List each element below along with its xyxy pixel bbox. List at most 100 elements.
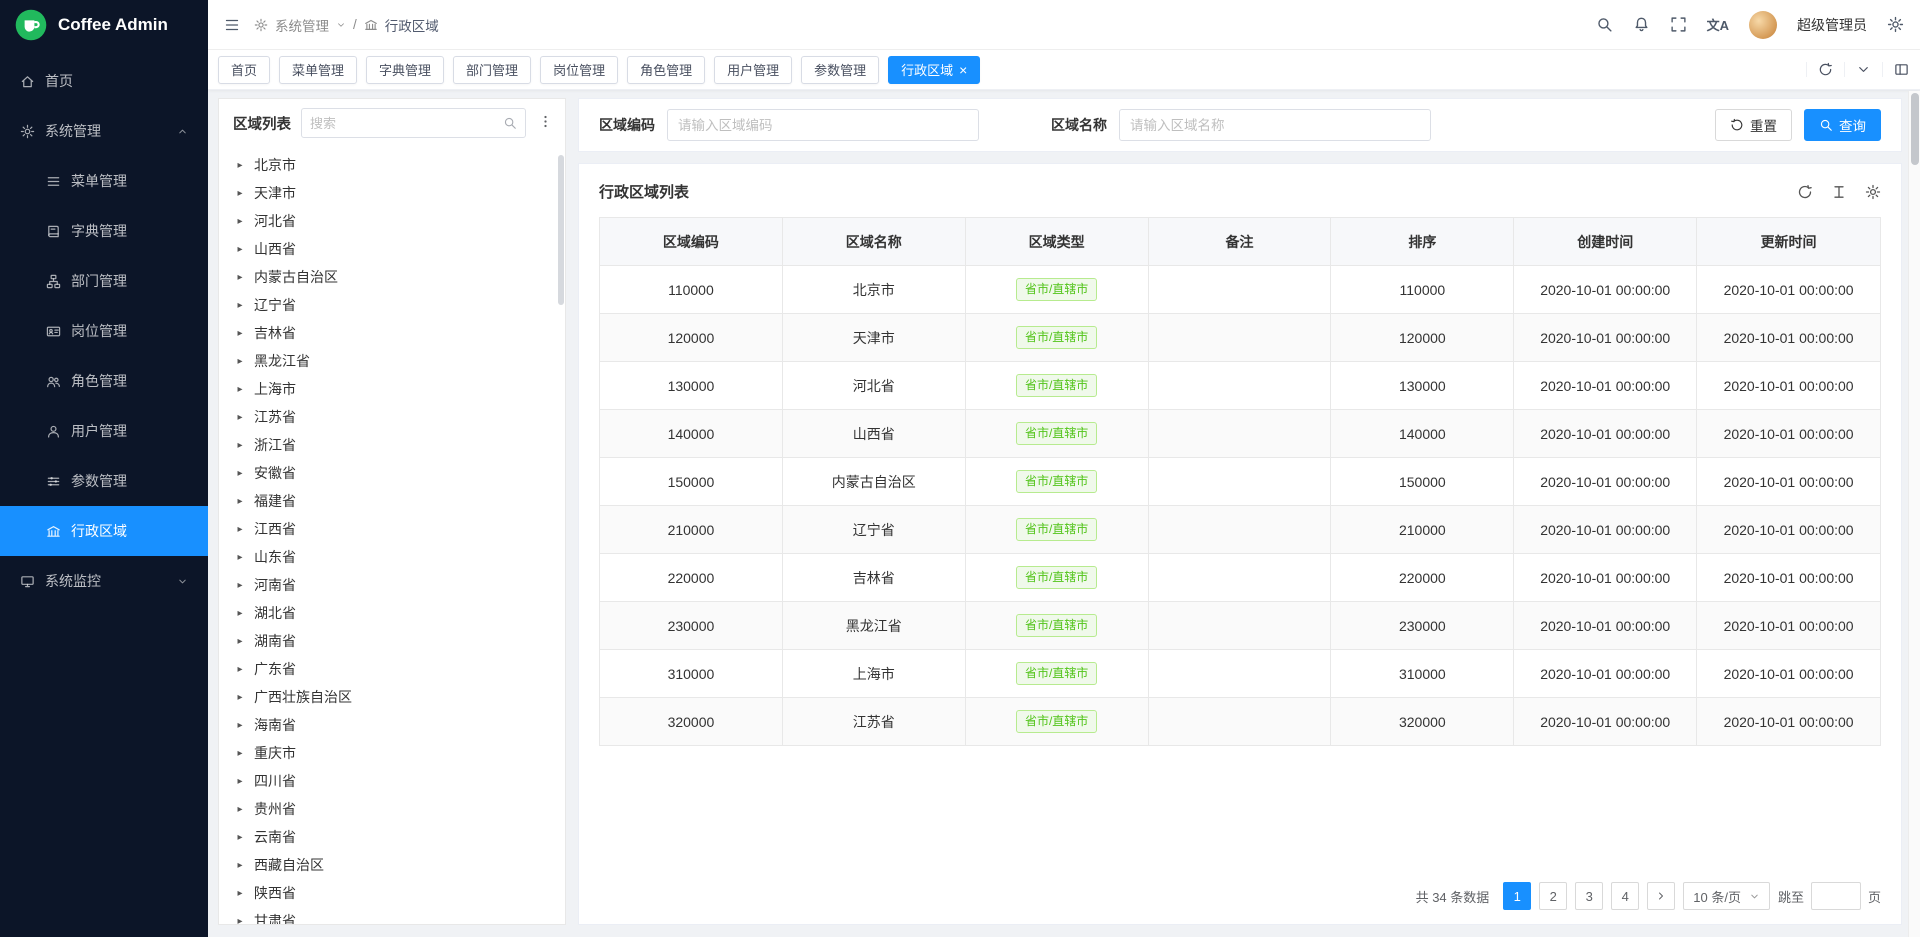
next-page-button[interactable]	[1647, 882, 1675, 910]
tree-item[interactable]: ▸ 浙江省	[219, 431, 565, 459]
caret-right-icon[interactable]: ▸	[235, 860, 245, 871]
sidebar-group-system[interactable]: 系统管理	[0, 106, 208, 156]
page-size-select[interactable]: 10 条/页	[1683, 882, 1770, 910]
table-row[interactable]: 140000 山西省 省市/直辖市 140000 2020-10-01 00:0…	[600, 410, 1880, 458]
caret-right-icon[interactable]: ▸	[235, 244, 245, 255]
caret-right-icon[interactable]: ▸	[235, 608, 245, 619]
view-tab[interactable]: 用户管理 ×	[714, 56, 792, 84]
caret-right-icon[interactable]: ▸	[235, 496, 245, 507]
caret-right-icon[interactable]: ▸	[235, 776, 245, 787]
table-row[interactable]: 130000 河北省 省市/直辖市 130000 2020-10-01 00:0…	[600, 362, 1880, 410]
tree-item[interactable]: ▸ 内蒙古自治区	[219, 263, 565, 291]
tree-item[interactable]: ▸ 广东省	[219, 655, 565, 683]
chevron-down-icon[interactable]	[1844, 62, 1882, 77]
layout-icon[interactable]	[1882, 62, 1920, 77]
caret-right-icon[interactable]: ▸	[235, 188, 245, 199]
sidebar-item-home[interactable]: 首页	[0, 56, 208, 106]
refresh-icon[interactable]	[1806, 62, 1844, 77]
region-search-input[interactable]	[310, 116, 503, 131]
tree-item[interactable]: ▸ 山东省	[219, 543, 565, 571]
refresh-icon[interactable]	[1797, 184, 1813, 200]
page-scrollbar[interactable]	[1908, 91, 1920, 937]
sidebar-subitem[interactable]: 参数管理	[0, 456, 208, 506]
page-button[interactable]: 4	[1611, 882, 1639, 910]
caret-right-icon[interactable]: ▸	[235, 720, 245, 731]
caret-right-icon[interactable]: ▸	[235, 832, 245, 843]
caret-right-icon[interactable]: ▸	[235, 272, 245, 283]
caret-right-icon[interactable]: ▸	[235, 440, 245, 451]
tree-item[interactable]: ▸ 黑龙江省	[219, 347, 565, 375]
caret-right-icon[interactable]: ▸	[235, 804, 245, 815]
caret-right-icon[interactable]: ▸	[235, 216, 245, 227]
jump-page-input[interactable]	[1811, 882, 1861, 910]
search-icon[interactable]	[1596, 16, 1613, 33]
tree-item[interactable]: ▸ 云南省	[219, 823, 565, 851]
table-row[interactable]: 120000 天津市 省市/直辖市 120000 2020-10-01 00:0…	[600, 314, 1880, 362]
tree-item[interactable]: ▸ 西藏自治区	[219, 851, 565, 879]
more-options-icon[interactable]	[536, 112, 555, 134]
caret-right-icon[interactable]: ▸	[235, 916, 245, 925]
tree-item[interactable]: ▸ 北京市	[219, 151, 565, 179]
sidebar-subitem[interactable]: 部门管理	[0, 256, 208, 306]
table-row[interactable]: 110000 北京市 省市/直辖市 110000 2020-10-01 00:0…	[600, 266, 1880, 314]
view-tab[interactable]: 部门管理 ×	[453, 56, 531, 84]
view-tab[interactable]: 菜单管理 ×	[279, 56, 357, 84]
search-icon[interactable]	[503, 116, 517, 130]
tree-item[interactable]: ▸ 福建省	[219, 487, 565, 515]
caret-right-icon[interactable]: ▸	[235, 412, 245, 423]
tree-item[interactable]: ▸ 上海市	[219, 375, 565, 403]
sidebar-subitem[interactable]: 岗位管理	[0, 306, 208, 356]
bell-icon[interactable]	[1633, 16, 1650, 33]
tree-item[interactable]: ▸ 四川省	[219, 767, 565, 795]
tree-item[interactable]: ▸ 天津市	[219, 179, 565, 207]
caret-right-icon[interactable]: ▸	[235, 468, 245, 479]
tree-item[interactable]: ▸ 河南省	[219, 571, 565, 599]
page-scrollbar-thumb[interactable]	[1911, 93, 1919, 165]
sidebar-subitem[interactable]: 字典管理	[0, 206, 208, 256]
tree-item[interactable]: ▸ 湖北省	[219, 599, 565, 627]
tree-item[interactable]: ▸ 广西壮族自治区	[219, 683, 565, 711]
username[interactable]: 超级管理员	[1797, 15, 1867, 35]
view-tab[interactable]: 行政区域 ×	[888, 56, 980, 84]
tree-item[interactable]: ▸ 安徽省	[219, 459, 565, 487]
sidebar-group-monitor[interactable]: 系统监控	[0, 556, 208, 606]
reset-button[interactable]: 重置	[1715, 109, 1792, 141]
table-row[interactable]: 220000 吉林省 省市/直辖市 220000 2020-10-01 00:0…	[600, 554, 1880, 602]
fullscreen-icon[interactable]	[1670, 16, 1687, 33]
translate-icon[interactable]: 文A	[1707, 15, 1729, 34]
tree-item[interactable]: ▸ 海南省	[219, 711, 565, 739]
caret-right-icon[interactable]: ▸	[235, 552, 245, 563]
breadcrumb-section[interactable]: 系统管理	[275, 15, 329, 35]
sidebar-subitem[interactable]: 菜单管理	[0, 156, 208, 206]
page-button[interactable]: 2	[1539, 882, 1567, 910]
tree-item[interactable]: ▸ 重庆市	[219, 739, 565, 767]
tree-item[interactable]: ▸ 江西省	[219, 515, 565, 543]
tree-scrollbar-thumb[interactable]	[558, 155, 564, 305]
caret-right-icon[interactable]: ▸	[235, 328, 245, 339]
sidebar-subitem[interactable]: 行政区域	[0, 506, 208, 556]
region-name-input[interactable]	[1119, 109, 1431, 141]
caret-right-icon[interactable]: ▸	[235, 356, 245, 367]
caret-right-icon[interactable]: ▸	[235, 636, 245, 647]
region-code-input[interactable]	[667, 109, 979, 141]
tree-item[interactable]: ▸ 贵州省	[219, 795, 565, 823]
tree-item[interactable]: ▸ 山西省	[219, 235, 565, 263]
density-icon[interactable]	[1831, 184, 1847, 200]
view-tab[interactable]: 首页 ×	[218, 56, 270, 84]
view-tab[interactable]: 字典管理 ×	[366, 56, 444, 84]
chevron-down-icon[interactable]	[336, 20, 346, 30]
page-button[interactable]: 3	[1575, 882, 1603, 910]
tree-item[interactable]: ▸ 江苏省	[219, 403, 565, 431]
avatar[interactable]	[1749, 11, 1777, 39]
table-row[interactable]: 230000 黑龙江省 省市/直辖市 230000 2020-10-01 00:…	[600, 602, 1880, 650]
tree-item[interactable]: ▸ 甘肃省	[219, 907, 565, 924]
table-row[interactable]: 210000 辽宁省 省市/直辖市 210000 2020-10-01 00:0…	[600, 506, 1880, 554]
tree-item[interactable]: ▸ 辽宁省	[219, 291, 565, 319]
caret-right-icon[interactable]: ▸	[235, 524, 245, 535]
settings-icon[interactable]	[1865, 184, 1881, 200]
caret-right-icon[interactable]: ▸	[235, 580, 245, 591]
tree-item[interactable]: ▸ 陕西省	[219, 879, 565, 907]
caret-right-icon[interactable]: ▸	[235, 160, 245, 171]
app-logo[interactable]: Coffee Admin	[0, 0, 208, 50]
caret-right-icon[interactable]: ▸	[235, 384, 245, 395]
